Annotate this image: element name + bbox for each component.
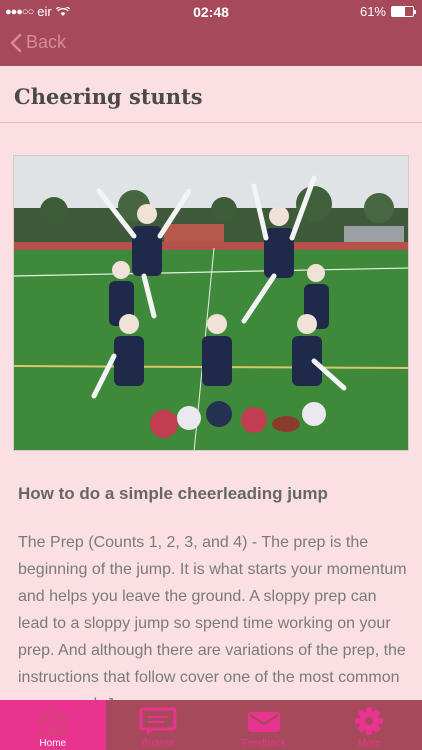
tab-feedback[interactable]: Feedback — [211, 700, 317, 750]
tab-browse-label: Browse — [141, 738, 175, 749]
chevron-left-icon — [10, 33, 22, 52]
status-bar: ●●●○○ eir 02:48 61% — [0, 0, 422, 22]
tab-browse[interactable]: Browse — [106, 700, 212, 750]
back-button[interactable]: Back — [10, 32, 66, 53]
battery-icon — [391, 6, 416, 17]
battery-level — [392, 7, 405, 16]
nav-bar: Back — [0, 22, 422, 66]
article-body: The Prep (Counts 1, 2, 3, and 4) - The p… — [18, 534, 407, 700]
tab-home-label: Home — [39, 738, 67, 749]
status-time: 02:48 — [193, 4, 229, 20]
article-content[interactable]: Cheering stunts How to do a simple cheer… — [0, 66, 422, 700]
tab-more[interactable]: More — [317, 700, 422, 750]
status-right: 61% — [359, 4, 416, 19]
chat-icon — [139, 707, 177, 735]
home-icon — [35, 706, 70, 736]
cheer-photo-image — [14, 156, 408, 450]
gear-icon — [355, 707, 384, 735]
mail-icon — [247, 712, 280, 732]
cheer-photo — [13, 155, 409, 451]
page-title: Cheering stunts — [14, 84, 203, 109]
battery-percent: 61% — [359, 4, 386, 19]
tab-bar: Home Browse Feedback More — [0, 700, 422, 750]
section-heading: How to do a simple cheerleading jump — [18, 484, 328, 503]
tab-feedback-label: Feedback — [241, 738, 286, 749]
tab-home[interactable]: Home — [0, 700, 106, 750]
title-divider — [0, 122, 422, 123]
back-label: Back — [26, 32, 67, 52]
tab-more-label: More — [357, 738, 381, 749]
